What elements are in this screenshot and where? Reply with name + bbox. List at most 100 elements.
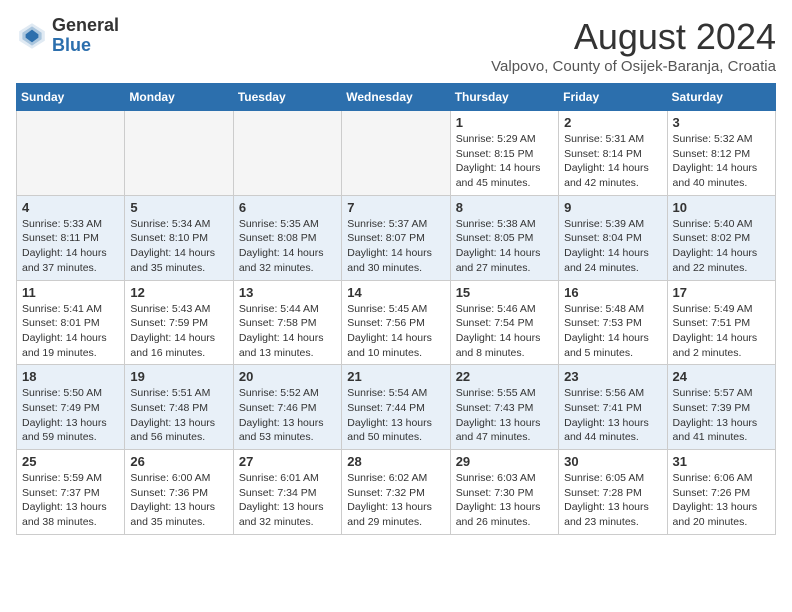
day-info: Sunrise: 5:41 AM Sunset: 8:01 PM Dayligh…: [22, 302, 119, 361]
day-info: Sunrise: 5:59 AM Sunset: 7:37 PM Dayligh…: [22, 471, 119, 530]
calendar-cell: 5 Sunrise: 5:34 AM Sunset: 8:10 PM Daylig…: [125, 195, 233, 280]
calendar-cell: 19Sunrise: 5:51 AM Sunset: 7:48 PM Dayli…: [125, 365, 233, 450]
calendar-cell: 9 Sunrise: 5:39 AM Sunset: 8:04 PM Daylig…: [559, 195, 667, 280]
calendar-cell: 21Sunrise: 5:54 AM Sunset: 7:44 PM Dayli…: [342, 365, 450, 450]
calendar-cell: 18Sunrise: 5:50 AM Sunset: 7:49 PM Dayli…: [17, 365, 125, 450]
calendar-cell: 31 Sunrise: 6:06 AM Sunset: 7:26 PM Dayli…: [667, 450, 775, 535]
day-info: Sunrise: 6:05 AM Sunset: 7:28 PM Dayligh…: [564, 471, 661, 530]
day-info: Sunrise: 6:03 AM Sunset: 7:30 PM Dayligh…: [456, 471, 553, 530]
calendar-cell: 7 Sunrise: 5:37 AM Sunset: 8:07 PM Daylig…: [342, 195, 450, 280]
day-info: Sunrise: 5:43 AM Sunset: 7:59 PM Dayligh…: [130, 302, 227, 361]
day-number: 12: [130, 285, 227, 300]
day-number: 20: [239, 369, 336, 384]
day-number: 31: [673, 454, 770, 469]
day-number: 18: [22, 369, 119, 384]
day-number: 11: [22, 285, 119, 300]
day-number: 24: [673, 369, 770, 384]
calendar-cell: 13 Sunrise: 5:44 AM Sunset: 7:58 PM Dayli…: [233, 280, 341, 365]
calendar-week-row: 1Sunrise: 5:29 AM Sunset: 8:15 PM Daylig…: [17, 111, 776, 196]
logo-icon: [16, 20, 48, 52]
calendar-cell: 20 Sunrise: 5:52 AM Sunset: 7:46 PM Dayli…: [233, 365, 341, 450]
calendar-cell: 6 Sunrise: 5:35 AM Sunset: 8:08 PM Daylig…: [233, 195, 341, 280]
day-info: Sunrise: 5:33 AM Sunset: 8:11 PM Dayligh…: [22, 217, 119, 276]
day-info: Sunrise: 5:39 AM Sunset: 8:04 PM Dayligh…: [564, 217, 661, 276]
day-info: Sunrise: 5:31 AM Sunset: 8:14 PM Dayligh…: [564, 132, 661, 191]
calendar-cell: 2 Sunrise: 5:31 AM Sunset: 8:14 PM Daylig…: [559, 111, 667, 196]
calendar-week-row: 4 Sunrise: 5:33 AM Sunset: 8:11 PM Daylig…: [17, 195, 776, 280]
day-info: Sunrise: 5:55 AM Sunset: 7:43 PM Dayligh…: [456, 386, 553, 445]
day-info: Sunrise: 5:32 AM Sunset: 8:12 PM Dayligh…: [673, 132, 770, 191]
page-header: General Blue August 2024 Valpovo, County…: [16, 16, 776, 75]
day-info: Sunrise: 5:44 AM Sunset: 7:58 PM Dayligh…: [239, 302, 336, 361]
day-info: Sunrise: 5:37 AM Sunset: 8:07 PM Dayligh…: [347, 217, 444, 276]
calendar-cell: 16 Sunrise: 5:48 AM Sunset: 7:53 PM Dayli…: [559, 280, 667, 365]
day-number: 7: [347, 200, 444, 215]
calendar-header-row: SundayMondayTuesdayWednesdayThursdayFrid…: [17, 84, 776, 111]
day-number: 19: [130, 369, 227, 384]
month-year: August 2024: [491, 16, 776, 58]
day-number: 26: [130, 454, 227, 469]
calendar-cell: 10Sunrise: 5:40 AM Sunset: 8:02 PM Dayli…: [667, 195, 775, 280]
calendar-cell: 11 Sunrise: 5:41 AM Sunset: 8:01 PM Dayli…: [17, 280, 125, 365]
day-number: 5: [130, 200, 227, 215]
calendar-cell: [342, 111, 450, 196]
day-info: Sunrise: 5:56 AM Sunset: 7:41 PM Dayligh…: [564, 386, 661, 445]
day-number: 28: [347, 454, 444, 469]
day-number: 4: [22, 200, 119, 215]
day-info: Sunrise: 5:49 AM Sunset: 7:51 PM Dayligh…: [673, 302, 770, 361]
weekday-header: Thursday: [450, 84, 558, 111]
day-number: 23: [564, 369, 661, 384]
day-number: 8: [456, 200, 553, 215]
location: Valpovo, County of Osijek-Baranja, Croat…: [491, 58, 776, 75]
day-number: 17: [673, 285, 770, 300]
calendar-cell: 22Sunrise: 5:55 AM Sunset: 7:43 PM Dayli…: [450, 365, 558, 450]
day-info: Sunrise: 5:38 AM Sunset: 8:05 PM Dayligh…: [456, 217, 553, 276]
day-number: 2: [564, 115, 661, 130]
day-number: 16: [564, 285, 661, 300]
calendar-cell: 25 Sunrise: 5:59 AM Sunset: 7:37 PM Dayli…: [17, 450, 125, 535]
calendar-cell: 14Sunrise: 5:45 AM Sunset: 7:56 PM Dayli…: [342, 280, 450, 365]
day-info: Sunrise: 5:34 AM Sunset: 8:10 PM Dayligh…: [130, 217, 227, 276]
day-number: 15: [456, 285, 553, 300]
calendar-cell: 26 Sunrise: 6:00 AM Sunset: 7:36 PM Dayli…: [125, 450, 233, 535]
day-number: 9: [564, 200, 661, 215]
day-info: Sunrise: 5:40 AM Sunset: 8:02 PM Dayligh…: [673, 217, 770, 276]
calendar-cell: 17 Sunrise: 5:49 AM Sunset: 7:51 PM Dayli…: [667, 280, 775, 365]
weekday-header: Friday: [559, 84, 667, 111]
day-info: Sunrise: 5:52 AM Sunset: 7:46 PM Dayligh…: [239, 386, 336, 445]
calendar-week-row: 11 Sunrise: 5:41 AM Sunset: 8:01 PM Dayli…: [17, 280, 776, 365]
day-info: Sunrise: 5:46 AM Sunset: 7:54 PM Dayligh…: [456, 302, 553, 361]
calendar-cell: [233, 111, 341, 196]
day-number: 25: [22, 454, 119, 469]
calendar-cell: [125, 111, 233, 196]
calendar-cell: 27 Sunrise: 6:01 AM Sunset: 7:34 PM Dayli…: [233, 450, 341, 535]
day-info: Sunrise: 6:06 AM Sunset: 7:26 PM Dayligh…: [673, 471, 770, 530]
day-number: 21: [347, 369, 444, 384]
calendar-cell: 15 Sunrise: 5:46 AM Sunset: 7:54 PM Dayli…: [450, 280, 558, 365]
day-info: Sunrise: 5:48 AM Sunset: 7:53 PM Dayligh…: [564, 302, 661, 361]
weekday-header: Wednesday: [342, 84, 450, 111]
day-info: Sunrise: 6:01 AM Sunset: 7:34 PM Dayligh…: [239, 471, 336, 530]
day-number: 1: [456, 115, 553, 130]
weekday-header: Tuesday: [233, 84, 341, 111]
title-block: August 2024 Valpovo, County of Osijek-Ba…: [491, 16, 776, 75]
weekday-header: Sunday: [17, 84, 125, 111]
day-number: 6: [239, 200, 336, 215]
day-number: 27: [239, 454, 336, 469]
calendar-table: SundayMondayTuesdayWednesdayThursdayFrid…: [16, 83, 776, 535]
logo-text: General Blue: [52, 16, 119, 56]
calendar-cell: 12 Sunrise: 5:43 AM Sunset: 7:59 PM Dayli…: [125, 280, 233, 365]
weekday-header: Monday: [125, 84, 233, 111]
calendar-cell: 3Sunrise: 5:32 AM Sunset: 8:12 PM Daylig…: [667, 111, 775, 196]
calendar-week-row: 18Sunrise: 5:50 AM Sunset: 7:49 PM Dayli…: [17, 365, 776, 450]
calendar-cell: 23 Sunrise: 5:56 AM Sunset: 7:41 PM Dayli…: [559, 365, 667, 450]
day-number: 13: [239, 285, 336, 300]
day-info: Sunrise: 5:45 AM Sunset: 7:56 PM Dayligh…: [347, 302, 444, 361]
day-info: Sunrise: 6:00 AM Sunset: 7:36 PM Dayligh…: [130, 471, 227, 530]
calendar-cell: [17, 111, 125, 196]
calendar-cell: 8 Sunrise: 5:38 AM Sunset: 8:05 PM Daylig…: [450, 195, 558, 280]
calendar-cell: 30Sunrise: 6:05 AM Sunset: 7:28 PM Dayli…: [559, 450, 667, 535]
calendar-cell: 24Sunrise: 5:57 AM Sunset: 7:39 PM Dayli…: [667, 365, 775, 450]
calendar-cell: 1Sunrise: 5:29 AM Sunset: 8:15 PM Daylig…: [450, 111, 558, 196]
day-info: Sunrise: 5:35 AM Sunset: 8:08 PM Dayligh…: [239, 217, 336, 276]
